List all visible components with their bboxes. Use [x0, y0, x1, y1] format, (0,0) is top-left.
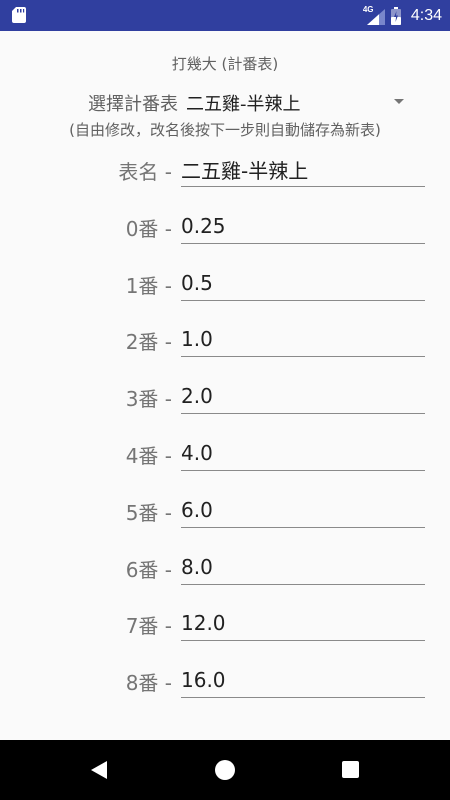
battery-icon — [390, 6, 401, 25]
recent-apps-icon[interactable] — [342, 761, 359, 778]
fan-row-5: 5番 - — [0, 493, 450, 533]
table-name-row: 表名 - — [0, 152, 450, 192]
fan-value-input[interactable] — [181, 550, 425, 585]
table-name-input[interactable] — [181, 152, 425, 187]
fan-row-8: 8番 - — [0, 663, 450, 703]
fan-value-input[interactable] — [181, 209, 425, 244]
fan-label: 4番 - — [125, 444, 172, 468]
fan-label: 7番 - — [125, 614, 172, 638]
page-title: 打幾大 (計番表) — [171, 55, 279, 73]
fan-label: 5番 - — [125, 501, 172, 525]
fan-value-input[interactable] — [181, 663, 425, 698]
home-icon[interactable] — [215, 760, 235, 780]
clock: 4:34 — [410, 6, 442, 24]
navigation-bar — [0, 740, 450, 800]
fan-row-1: 1番 - — [0, 266, 450, 306]
table-select-value: 二五雞-半辣上 — [186, 94, 301, 115]
fan-label: 1番 - — [125, 274, 172, 298]
fan-row-4: 4番 - — [0, 436, 450, 476]
dropdown-arrow-icon[interactable] — [394, 99, 404, 104]
fan-label: 2番 - — [125, 330, 172, 354]
back-icon[interactable] — [89, 760, 109, 780]
fan-row-3: 3番 - — [0, 379, 450, 419]
fan-value-input[interactable] — [181, 606, 425, 641]
table-select-label: 選擇計番表 — [88, 94, 178, 115]
fan-row-6: 6番 - — [0, 550, 450, 590]
fan-value-input[interactable] — [181, 322, 425, 357]
fan-label: 0番 - — [125, 217, 172, 241]
fan-value-input[interactable] — [181, 493, 425, 528]
fan-label: 8番 - — [125, 671, 172, 695]
table-select-row: 選擇計番表 二五雞-半辣上 — [0, 89, 450, 115]
status-bar: 4G 4:34 — [0, 0, 450, 31]
fan-row-7: 7番 - — [0, 606, 450, 646]
edit-hint: (自由修改，改名後按下一步則自動儲存為新表) — [69, 121, 381, 139]
fan-value-input[interactable] — [181, 379, 425, 414]
table-name-label: 表名 - — [118, 160, 172, 184]
fan-row-2: 2番 - — [0, 322, 450, 362]
fan-value-input[interactable] — [181, 266, 425, 301]
fan-label: 3番 - — [125, 387, 172, 411]
fan-value-input[interactable] — [181, 436, 425, 471]
network-indicator: 4G — [363, 5, 385, 25]
signal-icon — [366, 8, 385, 25]
fan-row-0: 0番 - — [0, 209, 450, 249]
fan-label: 6番 - — [125, 558, 172, 582]
sd-card-icon — [12, 7, 26, 23]
